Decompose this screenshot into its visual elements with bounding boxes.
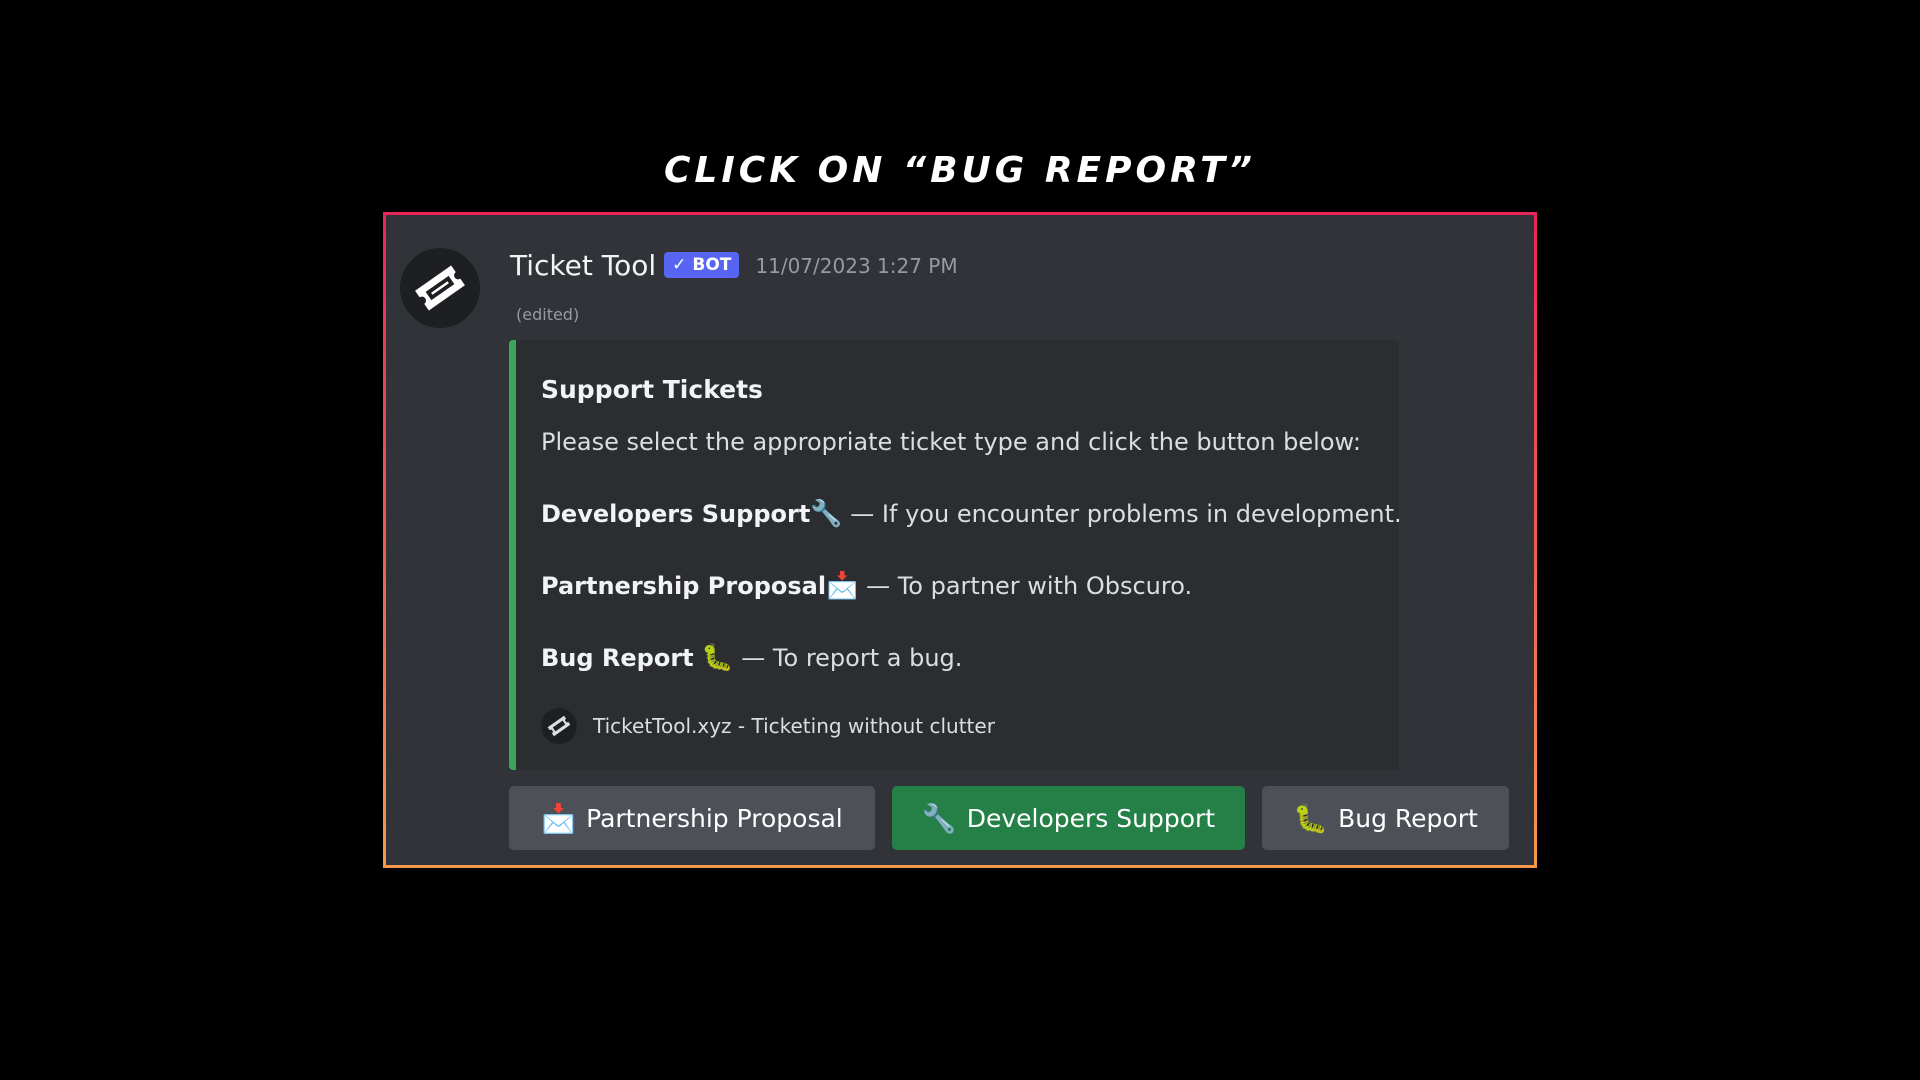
button-label: Partnership Proposal [586, 803, 843, 833]
button-label: Developers Support [966, 803, 1216, 833]
bot-avatar[interactable] [400, 248, 480, 328]
edited-label: (edited) [516, 305, 580, 324]
envelope-arrow-icon: 📩 [541, 801, 577, 835]
embed-line-name: Partnership Proposal [541, 572, 827, 600]
embed-footer: TicketTool.xyz - Ticketing without clutt… [541, 708, 995, 744]
embed-line-partnership-proposal: Partnership Proposal📩 — To partner with … [541, 570, 1375, 602]
bot-tag: ✓ BOT [664, 251, 740, 278]
developers-support-button[interactable]: 🔧 Developers Support [892, 786, 1245, 850]
instruction-heading: CLICK ON “BUG REPORT” [664, 150, 1256, 191]
bug-report-button[interactable]: 🐛 Bug Report [1262, 786, 1509, 850]
button-label: Bug Report [1338, 803, 1478, 833]
embed-description: Please select the appropriate ticket typ… [541, 428, 1361, 456]
bot-username[interactable]: Ticket Tool [510, 249, 656, 282]
bug-icon: 🐛 [701, 643, 734, 673]
embed-line-developers-support: Developers Support🔧 — If you encounter p… [541, 498, 1402, 530]
message-header: Ticket Tool ✓ BOT 11/07/2023 1:27 PM [510, 249, 958, 282]
embed-title: Support Tickets [541, 375, 763, 404]
action-row: 📩 Partnership Proposal 🔧 Developers Supp… [509, 786, 1509, 850]
footer-text: TicketTool.xyz - Ticketing without clutt… [593, 714, 995, 738]
discord-message: Ticket Tool ✓ BOT 11/07/2023 1:27 PM (ed… [386, 215, 1534, 865]
highlight-frame: Ticket Tool ✓ BOT 11/07/2023 1:27 PM (ed… [383, 212, 1537, 868]
embed-line-bug-report: Bug Report 🐛 — To report a bug. [541, 642, 1375, 674]
bot-tag-label: BOT [692, 254, 732, 275]
partnership-proposal-button[interactable]: 📩 Partnership Proposal [509, 786, 875, 850]
envelope-arrow-icon: 📩 [826, 571, 859, 601]
footer-ticket-icon [541, 708, 577, 744]
bug-icon: 🐛 [1293, 801, 1329, 835]
embed-line-text: — To report a bug. [733, 644, 963, 672]
wrench-icon: 🔧 [810, 499, 843, 529]
ticket-icon [415, 265, 465, 311]
verified-check-icon: ✓ [672, 254, 687, 275]
embed-line-text: — If you encounter problems in developme… [842, 500, 1402, 528]
embed-line-text: — To partner with Obscuro. [858, 572, 1193, 600]
embed-line-name: Bug Report [541, 644, 694, 672]
support-embed: Support Tickets Please select the approp… [509, 340, 1402, 770]
embed-line-name: Developers Support [541, 500, 811, 528]
message-timestamp: 11/07/2023 1:27 PM [755, 253, 958, 278]
wrench-icon: 🔧 [921, 801, 957, 835]
